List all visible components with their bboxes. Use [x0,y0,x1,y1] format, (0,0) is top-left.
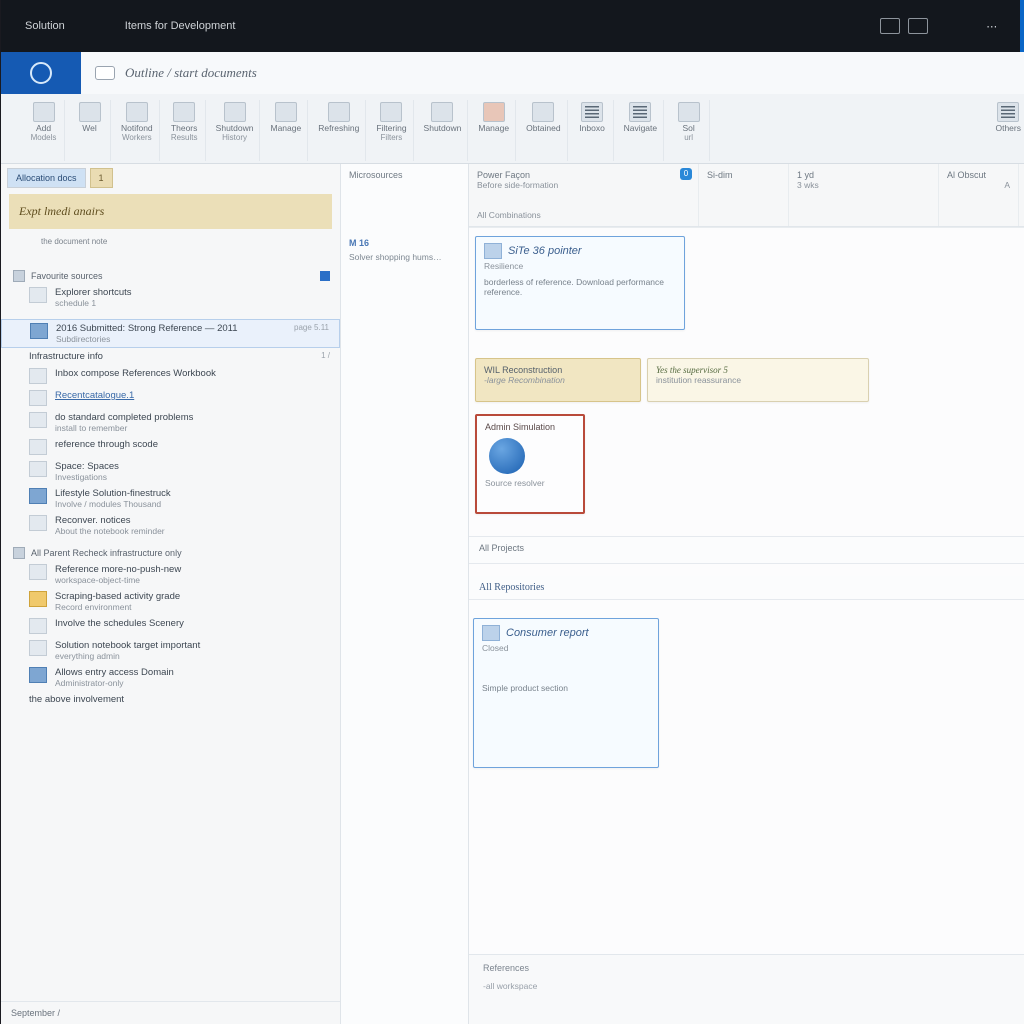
section-divider-projects[interactable]: All Projects ▾ [469,536,1024,564]
left-section-parent[interactable]: All Parent Recheck infrastructure only [13,547,330,559]
main-body: Allocation docs 1 Expt lmedi anairs the … [1,164,1024,1024]
calendar-footer: References -all workspace [469,954,1024,1024]
ribbon-theors[interactable]: TheorsResults [164,100,206,161]
footer-label: References [469,955,1024,981]
calendar-col-5[interactable]: InteracorsRemediation Worker [1019,164,1024,226]
column-badge: 0 [680,168,692,180]
calendar-col-2[interactable]: Si-dim [699,164,789,226]
left-row[interactable]: Involve the schedules Scenery [1,615,340,637]
calendar-area: 0 Power Façon Before side-formation All … [469,164,1024,1024]
brand-circle-icon [30,62,52,84]
section-header-repositories[interactable]: All Repositories [469,576,1024,600]
left-row[interactable]: Inbox compose References Workbook [1,365,340,387]
left-footer: September / [1,1001,340,1024]
left-row[interactable]: Infrastructure info1 / [1,348,340,365]
event-card-reconstruction[interactable]: WIL Reconstruction -large Recombination [475,358,641,402]
left-row[interactable]: Allows entry access DomainAdministrator-… [1,664,340,691]
calendar-body[interactable]: SiTe 36 pointer Resilience borderless of… [469,227,1024,1024]
section-badge-icon [320,271,330,281]
center-header: Microsources [341,164,468,186]
ribbon-manage[interactable]: Manage [264,100,308,161]
left-row[interactable]: the above involvement [1,691,340,708]
ribbon-refreshing[interactable]: Refreshing [312,100,366,161]
left-banner: Expt lmedi anairs [9,194,332,229]
section-toggle-icon [13,270,25,282]
left-row-link[interactable]: Recentcatalogue.1 [1,387,340,409]
ribbon-wel[interactable]: Wel [69,100,111,161]
ribbon-obtained[interactable]: Obtained [520,100,568,161]
ribbon-shutdown2[interactable]: Shutdown [418,100,469,161]
ribbon: AddModels Wel NotifondWorkers TheorsResu… [1,94,1024,164]
globe-icon [489,438,525,474]
calendar-col-1[interactable]: 0 Power Façon Before side-formation All … [469,164,699,226]
footer-sublabel: -all workspace [469,981,1024,991]
ribbon-navigate[interactable]: Navigate [618,100,665,161]
title-bar-secondary-label: Items for Development [125,20,236,32]
quicktab-1[interactable]: 1 [90,168,113,188]
left-banner-sub: the document note [41,237,340,246]
card-doc-icon [482,625,500,641]
title-bar-app-label: Solution [1,20,65,32]
ribbon-add-models[interactable]: AddModels [23,100,65,161]
calendar-col-4[interactable]: Al ObscutA [939,164,1019,226]
ribbon-others[interactable]: Others [988,100,1024,161]
left-row[interactable]: Reference more-no-push-newworkspace-obje… [1,561,340,588]
center-day-label: M 16 [341,236,468,250]
quicktab-allocation[interactable]: Allocation docs [7,168,86,188]
calendar-header-row: 0 Power Façon Before side-formation All … [469,164,1024,227]
app-brand-tile[interactable] [1,52,81,94]
app-window: Solution Items for Development ⋯ Outline… [1,0,1024,1024]
left-row[interactable]: reference through scode [1,436,340,458]
overflow-menu-icon[interactable]: ⋯ [984,20,1000,33]
ribbon-manage2[interactable]: Manage [472,100,516,161]
left-row[interactable]: Solution notebook target importanteveryt… [1,637,340,664]
left-row-selected[interactable]: 2016 Submitted: Strong Reference — 2011S… [1,319,340,348]
ribbon-inboxo[interactable]: Inboxo [572,100,614,161]
left-row[interactable]: Scraping-based activity gradeRecord envi… [1,588,340,615]
breadcrumb-text: Outline / start documents [125,65,257,81]
ribbon-filtering[interactable]: FilteringFilters [370,100,413,161]
account-tile[interactable] [1020,0,1024,52]
quick-tabs: Allocation docs 1 [1,164,340,192]
event-card-admin-sim-selected[interactable]: Admin Simulation Source resolver [475,414,585,514]
calendar-col-3[interactable]: 1 yd3 wks [789,164,939,226]
left-row[interactable]: Lifestyle Solution-finestruckInvolve / m… [1,485,340,512]
event-card-site-pointer[interactable]: SiTe 36 pointer Resilience borderless of… [475,236,685,330]
window-split-icon[interactable] [908,18,928,34]
breadcrumb-file-icon [95,66,115,80]
title-bar: Solution Items for Development ⋯ [1,0,1024,52]
center-day-line: Solver shopping hums… [341,250,468,270]
left-row[interactable]: Explorer shortcutsschedule 1 [1,284,340,311]
left-row[interactable]: Reconver. noticesAbout the notebook remi… [1,512,340,539]
ribbon-sol[interactable]: Solurl [668,100,710,161]
left-section-favourites[interactable]: Favourite sources [13,270,330,282]
ribbon-shutdown[interactable]: ShutdownHistory [210,100,261,161]
event-card-supervisor[interactable]: Yes the supervisor 5 institution reassur… [647,358,869,402]
ribbon-notifond[interactable]: NotifondWorkers [115,100,160,161]
left-row[interactable]: do standard completed problemsinstall to… [1,409,340,436]
left-scroll[interactable]: Favourite sources Explorer shortcutssche… [1,248,340,1001]
card-doc-icon [484,243,502,259]
left-panel: Allocation docs 1 Expt lmedi anairs the … [1,164,341,1024]
event-card-consumer-report[interactable]: Consumer report Closed Simple product se… [473,618,659,768]
left-row[interactable]: Space: SpacesInvestigations [1,458,340,485]
file-icon [30,323,48,339]
root: Solution Items for Development ⋯ Outline… [0,0,1024,1024]
section-toggle-icon [13,547,25,559]
window-screen-icon[interactable] [880,18,900,34]
breadcrumb-bar: Outline / start documents [1,52,1024,94]
center-daylist: Microsources M 16 Solver shopping hums… [341,164,469,1024]
